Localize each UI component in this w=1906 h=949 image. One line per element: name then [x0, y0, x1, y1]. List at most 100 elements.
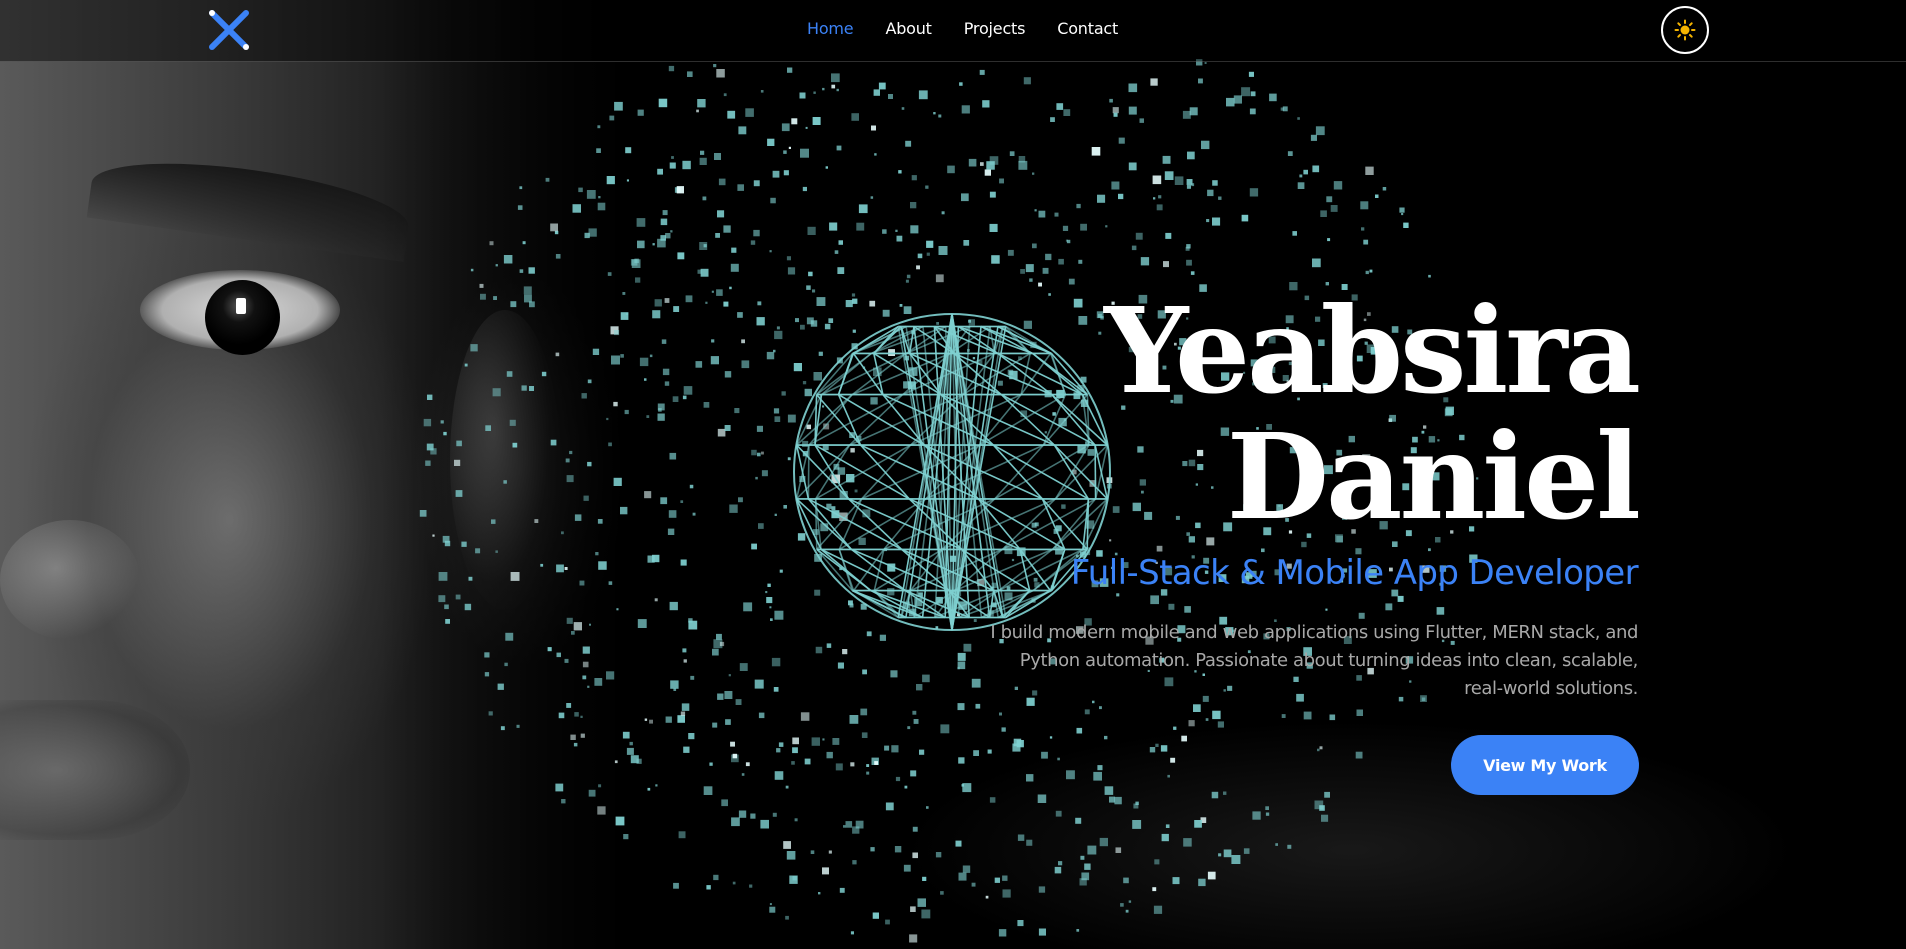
particle [723, 225, 731, 233]
particle [670, 680, 679, 689]
particle [935, 274, 944, 283]
particle [523, 286, 532, 295]
particle [896, 235, 903, 242]
particle [427, 394, 433, 400]
particle [1153, 197, 1156, 200]
particle [926, 252, 930, 256]
particle [495, 264, 498, 267]
particle [797, 533, 806, 541]
particle [755, 476, 758, 480]
particle [480, 293, 486, 300]
particle [506, 371, 513, 377]
particle [702, 196, 707, 201]
particle [1007, 249, 1014, 256]
particle [687, 71, 693, 77]
nav-link-home[interactable]: Home [807, 19, 854, 38]
particle [470, 268, 474, 272]
particle [728, 674, 731, 677]
particle [1091, 147, 1101, 156]
particle [994, 877, 1000, 883]
particle [917, 253, 923, 259]
particle [894, 846, 902, 853]
particle [888, 349, 895, 356]
particle [837, 267, 845, 274]
particle [635, 277, 641, 283]
particle [1201, 140, 1210, 150]
particle [510, 301, 517, 308]
particle [423, 418, 432, 427]
particle [1174, 176, 1184, 185]
particle [1217, 721, 1224, 728]
particle [1113, 112, 1118, 117]
particle [1155, 743, 1159, 747]
particle [1172, 877, 1180, 885]
particle [582, 675, 587, 680]
particle [873, 89, 880, 96]
sphere-edge [838, 498, 863, 550]
particle [1319, 746, 1323, 750]
particle [737, 312, 743, 318]
particle [818, 892, 821, 895]
particle [484, 652, 490, 658]
particle [677, 252, 685, 260]
particle [979, 69, 985, 75]
particle [756, 425, 763, 432]
sphere-edge [795, 498, 822, 550]
particle [718, 178, 726, 186]
particle [566, 703, 572, 708]
particle [1173, 726, 1177, 730]
nav-link-contact[interactable]: Contact [1057, 19, 1118, 38]
particle [1038, 210, 1046, 218]
particle [831, 84, 836, 89]
particle [545, 177, 550, 182]
particle [1011, 558, 1015, 562]
theme-toggle-button[interactable] [1661, 6, 1709, 54]
particle [1333, 181, 1343, 190]
particle [485, 425, 491, 431]
particle [1164, 171, 1174, 180]
particle [623, 834, 629, 840]
particle [1026, 839, 1033, 846]
particle [878, 82, 886, 90]
nav-link-projects[interactable]: Projects [964, 19, 1026, 38]
view-my-work-button[interactable]: View My Work [1451, 735, 1639, 795]
particle [1299, 174, 1303, 178]
particle [987, 749, 992, 754]
particle [741, 360, 750, 369]
particle [989, 191, 996, 198]
x-logo-icon[interactable] [206, 8, 252, 52]
particle [716, 633, 722, 640]
particle [776, 326, 780, 330]
sphere-edge [1000, 394, 1055, 446]
particle [626, 747, 634, 755]
particle [555, 352, 560, 357]
particle [836, 145, 842, 151]
particle [1198, 878, 1206, 887]
particle [1198, 78, 1203, 84]
nav-link-about[interactable]: About [885, 19, 932, 38]
particle [1018, 156, 1026, 163]
particle [680, 711, 686, 716]
particle [734, 408, 740, 414]
particle [760, 819, 769, 829]
particle [1104, 786, 1114, 795]
particle [622, 292, 626, 295]
particle [639, 357, 649, 367]
particle [910, 225, 919, 234]
particle [922, 876, 927, 881]
particle [854, 489, 858, 493]
particle [754, 679, 764, 689]
particle [761, 451, 764, 455]
particle [1397, 595, 1404, 602]
particle [723, 301, 729, 307]
particle [587, 685, 590, 688]
particle [517, 205, 523, 210]
particle [1032, 243, 1037, 249]
particle [772, 812, 777, 817]
particle [1078, 259, 1083, 264]
particle [1149, 747, 1156, 753]
particle [963, 240, 970, 246]
particle [1249, 188, 1259, 197]
particle [609, 115, 615, 121]
particle [771, 657, 781, 667]
